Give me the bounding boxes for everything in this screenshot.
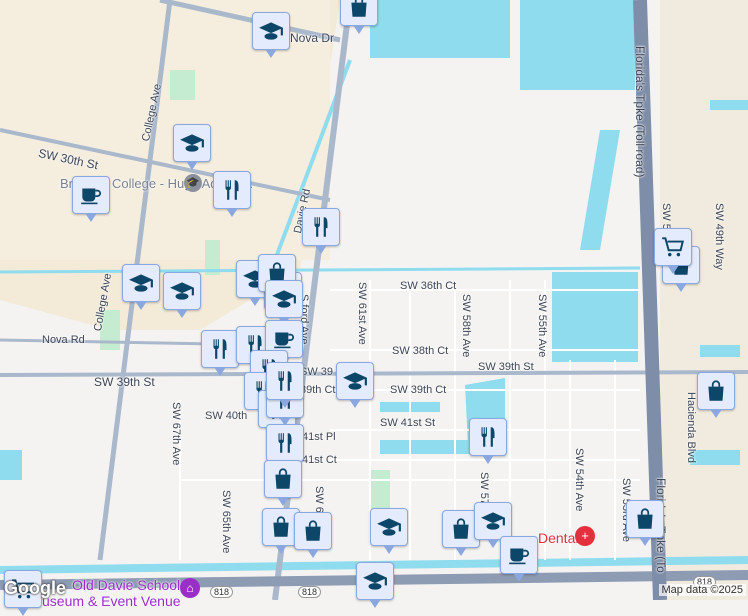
street-label-sw-5x: SW 5 [660, 203, 672, 230]
grocery-icon [660, 234, 686, 260]
lake [690, 450, 740, 465]
school-icon [179, 130, 205, 156]
google-logo: Google [4, 578, 66, 598]
restaurant-marker[interactable] [469, 418, 507, 464]
lake [380, 440, 470, 454]
cafe-icon [506, 542, 532, 568]
school-icon [271, 286, 297, 312]
lake [370, 0, 510, 58]
street-label-sw-41st-st: SW 41st St [380, 417, 436, 429]
school-pin-icon[interactable]: 🎓 [184, 174, 202, 192]
school-icon [480, 508, 506, 534]
shopping-marker[interactable] [626, 500, 664, 546]
shopping-icon [346, 0, 372, 20]
street-label-sw-39th-ct: SW 39th Ct [390, 384, 447, 396]
urban-area [660, 0, 748, 600]
school-icon [376, 514, 402, 540]
restaurant-icon [207, 336, 233, 362]
school-icon [169, 278, 195, 304]
shopping-icon [632, 506, 658, 532]
lake [520, 0, 635, 90]
restaurant-icon [219, 177, 245, 203]
restaurant-marker[interactable] [266, 362, 304, 408]
school-marker[interactable] [163, 272, 201, 318]
restaurant-marker[interactable] [213, 171, 251, 217]
lake [700, 345, 740, 357]
street-label-florida-tpke: Florida's Tpke (Toll road) [633, 46, 647, 178]
street-label-sw-40th: SW 40th [205, 410, 248, 422]
shopping-icon [703, 378, 729, 404]
school-icon [258, 18, 284, 44]
shopping-marker[interactable] [294, 512, 332, 558]
street-label-sw-61st-ave: SW 61st Ave [356, 282, 368, 345]
poi-dental[interactable]: Dental [538, 530, 578, 546]
restaurant-icon [475, 424, 501, 450]
school-marker[interactable] [173, 124, 211, 170]
restaurant-icon [272, 368, 298, 394]
street-label-sw-65th-ave: SW 65th Ave [220, 490, 232, 554]
school-marker[interactable] [122, 264, 160, 310]
shopping-marker[interactable] [697, 372, 735, 418]
lake [552, 272, 638, 362]
street-label-39th-ct: 39th Ct [300, 384, 336, 396]
hospital-pin-icon[interactable]: + [575, 526, 595, 546]
school-marker[interactable] [252, 12, 290, 58]
street-label-sw-55th-ave: SW 55th Ave [536, 294, 548, 358]
shopping-icon [448, 516, 474, 542]
street-label-sw-38th-ct: SW 38th Ct [392, 345, 449, 357]
cafe-marker[interactable] [72, 176, 110, 222]
cafe-icon [78, 182, 104, 208]
shopping-icon [270, 466, 296, 492]
school-marker[interactable] [265, 280, 303, 326]
street-label-sw-39: SW 39 [300, 366, 334, 378]
route-shield-818: 818 [210, 586, 234, 598]
park-area [370, 470, 390, 510]
street-label-sw-39th-st: SW 39th St [94, 375, 155, 389]
street-label-sw-58th-ave: SW 58th Ave [460, 294, 472, 358]
museum-pin-icon[interactable]: ⌂ [180, 578, 200, 598]
street-label-41st-ct: 41st Ct [302, 454, 337, 466]
lake [0, 450, 22, 480]
shopping-icon [300, 518, 326, 544]
school-icon [362, 568, 388, 594]
cafe-marker[interactable] [500, 536, 538, 582]
street-label-nova-dr: Nova Dr [290, 31, 335, 45]
street-label-sw-57: SW 57 [478, 472, 490, 506]
grocery-marker[interactable] [654, 228, 692, 274]
school-marker[interactable] [474, 502, 512, 548]
park-area [170, 70, 195, 100]
school-marker[interactable] [336, 362, 374, 408]
restaurant-icon [272, 430, 298, 456]
street-label-sw-54th-ave: SW 54th Ave [573, 448, 585, 512]
restaurant-marker[interactable] [266, 424, 304, 470]
school-icon [342, 368, 368, 394]
school-icon [128, 270, 154, 296]
street-label-sw-36th-ct: SW 36th Ct [400, 280, 457, 292]
school-marker[interactable] [370, 508, 408, 554]
street-label-hacienda-blvd: Hacienda Blvd [685, 392, 697, 463]
restaurant-marker[interactable] [302, 208, 340, 254]
street-label-41st-pl: 41st Pl [302, 431, 336, 443]
street-label-sw-67th-ave: SW 67th Ave [170, 402, 182, 466]
route-shield-818: 818 [298, 586, 322, 598]
shopping-icon [268, 514, 294, 540]
street-label-nova-rd: Nova Rd [42, 334, 85, 346]
street-label-sw-6x: SW 6 [313, 486, 325, 513]
restaurant-marker[interactable] [201, 330, 239, 376]
poi-old-davie-school[interactable]: Old Davie School [72, 577, 180, 593]
restaurant-icon [308, 214, 334, 240]
map-attribution[interactable]: Map data ©2025 [658, 584, 746, 596]
shopping-marker[interactable] [340, 0, 378, 34]
school-marker[interactable] [356, 562, 394, 608]
shopping-marker[interactable] [264, 460, 302, 506]
lake [710, 100, 748, 110]
street-label-sw-39th-st: SW 39th St [478, 361, 534, 373]
cafe-icon [271, 326, 297, 352]
street-label-sw-49th-way: SW 49th Way [713, 203, 725, 270]
lake [580, 130, 620, 250]
